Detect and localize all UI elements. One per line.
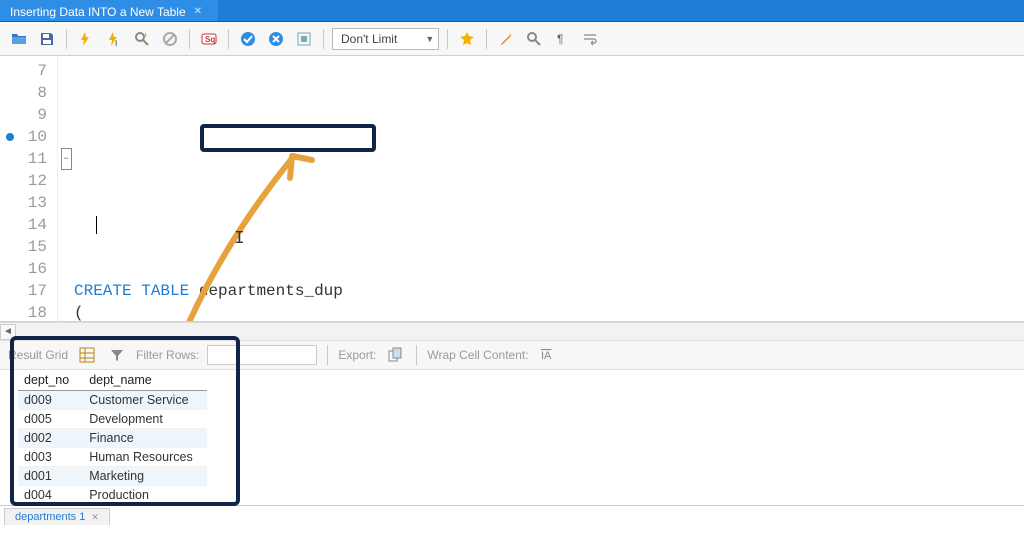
line-number[interactable]: 11	[0, 148, 57, 170]
line-number[interactable]: 16	[0, 258, 57, 280]
table-cell[interactable]: d005	[18, 410, 83, 429]
table-cell[interactable]: Production	[83, 486, 207, 505]
code-line[interactable]	[74, 258, 1024, 280]
row-limit-select[interactable]: Don't Limit ▼	[332, 28, 439, 50]
row-limit-value: Don't Limit	[341, 32, 397, 46]
line-number[interactable]: 9	[0, 104, 57, 126]
toggle-whitespace-button[interactable]	[293, 28, 315, 50]
line-number[interactable]: 12	[0, 170, 57, 192]
result-tab-strip: departments 1 ✕	[0, 505, 1024, 527]
line-number[interactable]: 17	[0, 280, 57, 302]
table-cell[interactable]: d001	[18, 467, 83, 486]
table-cell[interactable]: d009	[18, 391, 83, 410]
result-grid[interactable]: dept_nodept_named009Customer Serviced005…	[18, 370, 207, 505]
chevron-down-icon: ▼	[425, 34, 434, 44]
code-line[interactable]	[74, 214, 1024, 236]
query-tab-active[interactable]: Inserting Data INTO a New Table ✕	[0, 0, 219, 21]
explain-button[interactable]	[131, 28, 153, 50]
word-wrap-button[interactable]	[579, 28, 601, 50]
column-header[interactable]: dept_name	[83, 370, 207, 391]
code-line[interactable]	[74, 236, 1024, 258]
toolbar-separator	[327, 345, 328, 365]
line-number[interactable]: 15	[0, 236, 57, 258]
filter-rows-label: Filter Rows:	[136, 348, 199, 362]
line-number[interactable]: 14	[0, 214, 57, 236]
filter-rows-input[interactable]	[207, 345, 317, 365]
svg-text:¶: ¶	[557, 32, 563, 46]
scroll-left-icon[interactable]: ◄	[0, 324, 16, 340]
result-toolbar: Result Grid Filter Rows: Export: Wrap Ce…	[0, 340, 1024, 370]
table-cell[interactable]: d004	[18, 486, 83, 505]
invisible-chars-button[interactable]: ¶	[551, 28, 573, 50]
svg-text:IA: IA	[541, 350, 552, 362]
fold-toggle-icon[interactable]: −	[61, 148, 72, 170]
result-grid-area: dept_nodept_named009Customer Serviced005…	[0, 370, 1024, 505]
table-row[interactable]: d002Finance	[18, 429, 207, 448]
result-grid-view-button[interactable]	[76, 344, 98, 366]
toolbar-separator	[189, 29, 190, 49]
editor-caret	[96, 216, 97, 234]
table-cell[interactable]: Human Resources	[83, 448, 207, 467]
close-icon[interactable]: ✕	[194, 6, 202, 17]
code-area[interactable]: I CREATE TABLE departments_dup( dept_no …	[74, 56, 1024, 321]
query-tab-title: Inserting Data INTO a New Table	[10, 5, 186, 19]
code-line[interactable]: (	[74, 302, 1024, 322]
table-cell[interactable]: Development	[83, 410, 207, 429]
query-tab-bar: Inserting Data INTO a New Table ✕	[0, 0, 1024, 22]
table-row[interactable]: d004Production	[18, 486, 207, 505]
line-number[interactable]: 18	[0, 302, 57, 322]
find-button[interactable]	[523, 28, 545, 50]
beautify-button[interactable]	[495, 28, 517, 50]
line-number-gutter: 789101112131415161718	[0, 56, 58, 321]
toolbar-separator	[486, 29, 487, 49]
toolbar-separator	[66, 29, 67, 49]
wrap-cell-label: Wrap Cell Content:	[427, 348, 528, 362]
table-cell[interactable]: Finance	[83, 429, 207, 448]
table-cell[interactable]: Customer Service	[83, 391, 207, 410]
result-grid-label: Result Grid	[8, 348, 68, 362]
editor-horizontal-scrollbar[interactable]: ◄	[0, 322, 1024, 340]
execute-button[interactable]	[75, 28, 97, 50]
svg-text:Sq: Sq	[205, 35, 215, 44]
open-file-button[interactable]	[8, 28, 30, 50]
table-row[interactable]: d005Development	[18, 410, 207, 429]
toolbar-separator	[323, 29, 324, 49]
execute-current-button[interactable]: I	[103, 28, 125, 50]
result-tab-label: departments 1	[15, 511, 85, 523]
table-cell[interactable]: d003	[18, 448, 83, 467]
column-header[interactable]: dept_no	[18, 370, 83, 391]
table-row[interactable]: d009Customer Service	[18, 391, 207, 410]
sql-editor[interactable]: 789101112131415161718 − I CREATE TABLE d…	[0, 56, 1024, 322]
table-cell[interactable]: d002	[18, 429, 83, 448]
table-cell[interactable]: Marketing	[83, 467, 207, 486]
close-icon[interactable]: ✕	[91, 512, 99, 523]
code-line[interactable]: CREATE TABLE departments_dup	[74, 280, 1024, 302]
fold-column: −	[58, 56, 74, 321]
export-label: Export:	[338, 348, 376, 362]
table-row[interactable]: d003Human Resources	[18, 448, 207, 467]
commit-button[interactable]	[237, 28, 259, 50]
wrap-cell-button[interactable]: IA	[537, 344, 559, 366]
export-button[interactable]	[384, 344, 406, 366]
toolbar-separator	[228, 29, 229, 49]
stop-button[interactable]	[159, 28, 181, 50]
line-number[interactable]: 8	[0, 82, 57, 104]
result-filter-icon[interactable]	[106, 344, 128, 366]
toolbar-separator	[416, 345, 417, 365]
rollback-button[interactable]	[265, 28, 287, 50]
line-number[interactable]: 13	[0, 192, 57, 214]
line-number[interactable]: 7	[0, 60, 57, 82]
annotation-table-name-box	[200, 124, 376, 152]
toggle-autocommit-button[interactable]: Sq	[198, 28, 220, 50]
line-number[interactable]: 10	[0, 126, 57, 148]
table-row[interactable]: d001Marketing	[18, 467, 207, 486]
editor-toolbar: I Sq Don't Limit ▼ ¶	[0, 22, 1024, 56]
toolbar-separator	[447, 29, 448, 49]
result-tab[interactable]: departments 1 ✕	[4, 508, 110, 525]
svg-text:I: I	[115, 39, 117, 47]
save-file-button[interactable]	[36, 28, 58, 50]
favorite-button[interactable]	[456, 28, 478, 50]
